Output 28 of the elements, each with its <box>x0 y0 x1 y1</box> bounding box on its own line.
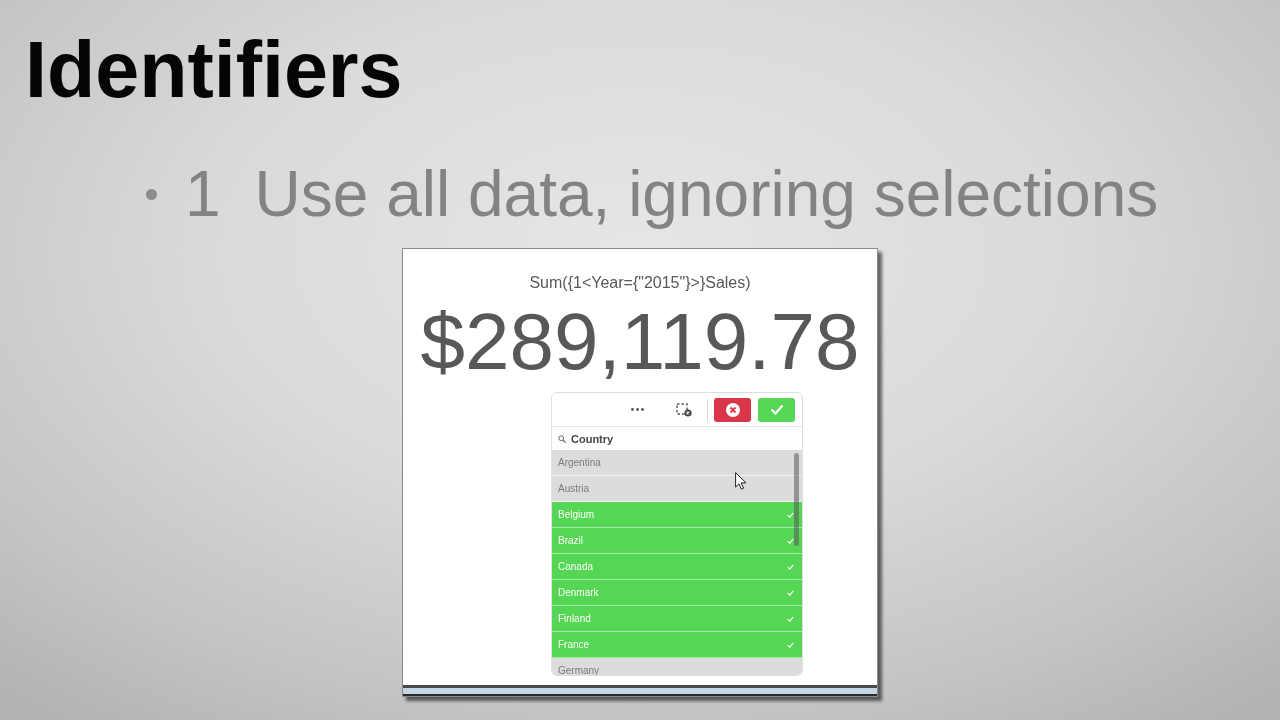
dashed-square-x-icon <box>676 402 692 417</box>
x-circle-icon <box>725 402 740 417</box>
list-item[interactable]: Brazil <box>552 528 802 554</box>
check-icon <box>787 563 794 570</box>
scrollbar[interactable] <box>794 453 799 546</box>
list-item[interactable]: Argentina <box>552 450 802 476</box>
check-icon <box>787 615 794 622</box>
ellipsis-icon <box>631 408 644 411</box>
list-item[interactable]: Austria <box>552 476 802 502</box>
check-icon <box>787 511 794 518</box>
cancel-selection-button[interactable] <box>714 397 751 422</box>
check-icon <box>787 537 794 544</box>
list-item[interactable]: Finland <box>552 606 802 632</box>
list-item[interactable]: Canada <box>552 554 802 580</box>
check-icon <box>769 404 784 415</box>
kpi-value: $289,119.78 <box>420 302 860 382</box>
cursor-icon <box>735 472 747 490</box>
bullet-number: 1 <box>185 162 221 226</box>
list-item[interactable]: France <box>552 632 802 658</box>
bullet-icon <box>146 188 157 200</box>
list-item[interactable]: Denmark <box>552 580 802 606</box>
kpi-title: Sum({1<Year={"2015"}>}Sales) <box>529 273 751 293</box>
clear-selections-button[interactable] <box>675 401 693 418</box>
list-item[interactable]: Belgium <box>552 502 802 528</box>
slide-title: Identifiers <box>25 30 403 109</box>
check-icon <box>787 641 794 648</box>
search-icon <box>558 434 566 443</box>
check-icon <box>787 589 794 596</box>
